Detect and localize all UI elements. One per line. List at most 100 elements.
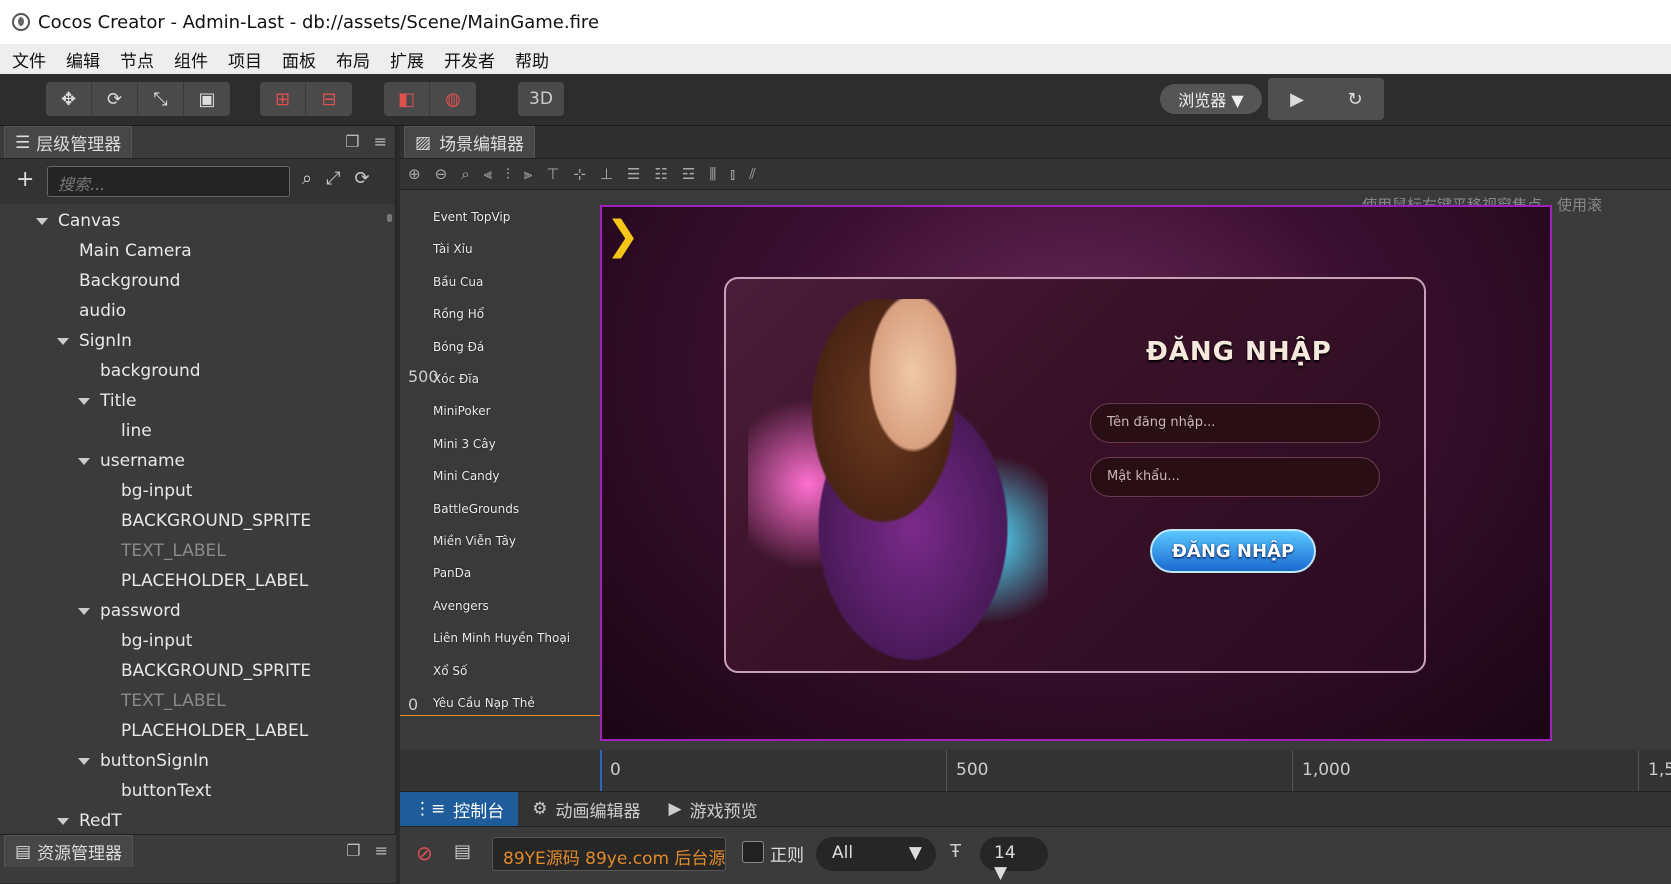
rect-tool-icon[interactable]: ▣ xyxy=(184,82,230,116)
game-list-item[interactable]: Xóc Đĩa xyxy=(433,372,479,386)
preview-platform-dropdown[interactable]: 浏览器 ▼ xyxy=(1160,84,1262,114)
zoom-out-icon[interactable]: ⊖ xyxy=(435,165,448,183)
refresh-button[interactable]: ↻ xyxy=(1326,78,1384,120)
distribute-top-icon[interactable]: ☰ xyxy=(627,165,640,183)
toggle-3d-button[interactable]: 3D xyxy=(518,82,564,116)
tree-node[interactable]: Main Camera xyxy=(0,236,388,266)
menu-layout[interactable]: 布局 xyxy=(324,47,378,72)
zoom-reset-icon[interactable]: ⌕ xyxy=(461,165,469,183)
menu-component[interactable]: 组件 xyxy=(162,47,216,72)
game-list-item[interactable]: Avengers xyxy=(433,599,489,613)
tree-node[interactable]: username xyxy=(0,446,388,476)
game-list-item[interactable]: Mini 3 Cây xyxy=(433,437,496,451)
popout-icon[interactable]: ❐ xyxy=(345,132,359,151)
popout-icon[interactable]: ❐ xyxy=(346,841,360,860)
menu-file[interactable]: 文件 xyxy=(0,47,54,72)
game-list-item[interactable]: Yêu Cầu Nạp Thẻ xyxy=(433,696,535,710)
signin-button[interactable]: ĐĂNG NHẬP xyxy=(1150,529,1316,573)
log-level-select[interactable]: All ▼ xyxy=(816,837,936,871)
panel-menu-icon[interactable]: ≡ xyxy=(374,132,387,151)
panel-menu-icon[interactable]: ≡ xyxy=(375,841,388,860)
game-canvas[interactable]: ❯ ĐĂNG NHẬP Tên đăng nhập... Mật khẩu...… xyxy=(600,205,1552,741)
game-list-item[interactable]: MiniPoker xyxy=(433,404,491,418)
tab-animation-editor[interactable]: ⚙ 动画编辑器 xyxy=(518,792,654,826)
expand-arrow-icon[interactable] xyxy=(78,397,90,405)
game-list-item[interactable]: Mini Candy xyxy=(433,469,500,483)
expand-arrow-icon[interactable] xyxy=(78,457,90,465)
tree-node[interactable]: Title xyxy=(0,386,388,416)
tree-node[interactable]: buttonSignIn xyxy=(0,746,388,776)
tree-node[interactable]: line xyxy=(0,416,388,446)
chevron-right-icon[interactable]: ❯ xyxy=(606,213,640,259)
expand-arrow-icon[interactable] xyxy=(57,337,69,345)
game-list-item[interactable]: Bóng Đá xyxy=(433,340,484,354)
align-vcenter-icon[interactable]: ⊹ xyxy=(573,165,586,183)
tab-scene-editor[interactable]: ▨ 场景编辑器 xyxy=(404,126,536,158)
expand-arrow-icon[interactable] xyxy=(78,757,90,765)
expand-icon[interactable]: ⤢ xyxy=(326,168,340,189)
distribute-left-icon[interactable]: ⫼ xyxy=(709,165,716,183)
game-list-item[interactable]: Xổ Số xyxy=(433,664,467,678)
regex-checkbox[interactable] xyxy=(742,841,764,863)
scene-viewport[interactable]: 使用鼠标右键平移视窗焦点，使用滚 Event TopVipTài XỉuBầu … xyxy=(400,190,1671,791)
local-coord-icon[interactable]: ◧ xyxy=(384,82,430,116)
tree-node[interactable]: Canvas xyxy=(0,206,388,236)
global-coord-icon[interactable]: ◍ xyxy=(430,82,476,116)
console-filter-input[interactable]: 89YE源码 89ye.com 后台源 xyxy=(492,837,726,871)
clear-console-icon[interactable]: ⊘ xyxy=(416,841,433,865)
add-node-icon[interactable]: + xyxy=(16,167,34,192)
align-left-icon[interactable]: ⫷ xyxy=(484,165,492,183)
game-list-item[interactable]: Rồng Hổ xyxy=(433,307,484,321)
tree-node[interactable]: TEXT_LABEL xyxy=(0,686,388,716)
align-bottom-icon[interactable]: ⊥ xyxy=(600,165,613,183)
tab-game-preview[interactable]: ▶ 游戏预览 xyxy=(655,792,772,826)
tree-node[interactable]: BACKGROUND_SPRITE xyxy=(0,506,388,536)
rotate-tool-icon[interactable]: ⟳ xyxy=(92,82,138,116)
align-hcenter-icon[interactable]: ⫶ xyxy=(506,165,510,183)
distribute-bottom-icon[interactable]: ☲ xyxy=(682,165,695,183)
expand-arrow-icon[interactable] xyxy=(36,217,48,225)
menu-help[interactable]: 帮助 xyxy=(503,47,557,72)
menu-panel[interactable]: 面板 xyxy=(270,47,324,72)
tree-node[interactable]: BACKGROUND_SPRITE xyxy=(0,656,388,686)
tree-node[interactable]: audio xyxy=(0,296,388,326)
move-tool-icon[interactable]: ✥ xyxy=(46,82,92,116)
open-log-file-icon[interactable]: ▤ xyxy=(454,841,471,862)
tab-hierarchy[interactable]: ☰ 层级管理器 xyxy=(4,126,133,158)
menu-project[interactable]: 项目 xyxy=(216,47,270,72)
username-field[interactable]: Tên đăng nhập... xyxy=(1090,403,1380,443)
align-top-icon[interactable]: ⊤ xyxy=(546,165,559,183)
game-list-item[interactable]: Miền Viễn Tây xyxy=(433,534,516,548)
distribute-right-icon[interactable]: ⫽ xyxy=(749,165,756,183)
scale-tool-icon[interactable]: ⤡ xyxy=(138,82,184,116)
tree-node[interactable]: buttonText xyxy=(0,776,388,806)
distribute-vcenter-icon[interactable]: ☷ xyxy=(654,165,667,183)
tree-node[interactable]: bg-input xyxy=(0,626,388,656)
tree-node[interactable]: SignIn xyxy=(0,326,388,356)
font-size-select[interactable]: 14 ▼ xyxy=(980,837,1048,883)
game-list-item[interactable]: Event TopVip xyxy=(433,210,510,224)
search-icon[interactable]: ⌕ xyxy=(302,168,312,189)
menu-developer[interactable]: 开发者 xyxy=(432,47,503,72)
game-list-item[interactable]: BattleGrounds xyxy=(433,502,519,516)
tab-assets[interactable]: ▤ 资源管理器 xyxy=(4,835,134,867)
tree-node[interactable]: bg-input xyxy=(0,476,388,506)
hierarchy-search-input[interactable]: 搜索... xyxy=(47,166,290,197)
refresh-icon[interactable]: ⟳ xyxy=(355,168,370,189)
tree-node[interactable]: Background xyxy=(0,266,388,296)
password-field[interactable]: Mật khẩu... xyxy=(1090,457,1380,497)
menu-extension[interactable]: 扩展 xyxy=(378,47,432,72)
game-list-item[interactable]: Liên Minh Huyền Thoại xyxy=(433,631,570,645)
tree-node[interactable]: PLACEHOLDER_LABEL xyxy=(0,566,388,596)
play-button[interactable]: ▶ xyxy=(1268,78,1326,120)
tree-scrollbar[interactable] xyxy=(387,214,392,834)
game-list-item[interactable]: Tài Xỉu xyxy=(433,242,473,256)
distribute-hcenter-icon[interactable]: ⫾ xyxy=(730,165,735,183)
tree-node[interactable]: background xyxy=(0,356,388,386)
align-right-icon[interactable]: ⫸ xyxy=(524,165,532,183)
tree-node[interactable]: PLACEHOLDER_LABEL xyxy=(0,716,388,746)
center-icon[interactable]: ⊟ xyxy=(306,82,352,116)
zoom-in-icon[interactable]: ⊕ xyxy=(408,165,421,183)
menu-node[interactable]: 节点 xyxy=(108,47,162,72)
game-list-item[interactable]: Bầu Cua xyxy=(433,275,483,289)
